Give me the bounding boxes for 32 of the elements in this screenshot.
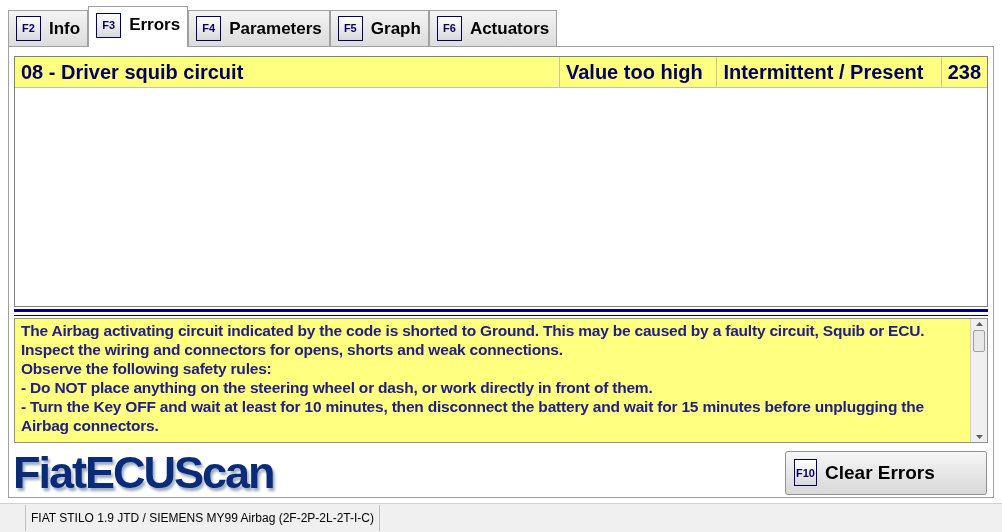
description-text: - Turn the Key OFF and wait at least for 10 minutes, then disconnect the battery and wait for 15 minutes before unplugging the Airbag connectors. — [21, 397, 925, 436]
description-text: The Airbag activating circuit indicated by the code is shorted to Ground. This may be caused by a faulty circuit, Squib or ECU. — [21, 321, 926, 341]
tab-label: Graph — [370, 17, 421, 40]
scroll-thumb[interactable] — [973, 329, 985, 352]
key-label: F5 — [337, 16, 363, 41]
description-text: Inspect the wiring and connectors for opens, shorts and weak connections. — [21, 340, 564, 360]
key-label: F3 — [96, 12, 122, 38]
tab-label: Actuators — [469, 17, 550, 40]
key-label: F6 — [436, 16, 462, 41]
table-cell: Intermittent / Present — [716, 57, 941, 87]
key-label: F10 — [794, 459, 817, 487]
tab[interactable]: F4 Parameters — [188, 10, 330, 46]
status-bar-text: FIAT STILO 1.9 JTD / SIEMENS MY99 Airbag (2F-2P-2L-2T-I-C) — [25, 505, 380, 531]
key-label: F4 — [196, 16, 222, 41]
table-cell: Value too high — [559, 57, 717, 87]
key-label: F2 — [16, 16, 41, 41]
logo: FiatECUScan — [13, 449, 274, 497]
description-text: Observe the following safety rules: — [21, 359, 273, 379]
tab[interactable]: F3 Errors — [88, 6, 189, 47]
tab-label: Info — [49, 17, 81, 40]
tab[interactable]: F5 Graph — [329, 10, 429, 46]
tab-label: Parameters — [229, 17, 322, 40]
table-cell: 238 — [940, 57, 987, 87]
table-cell-text: 08 - Driver squib circuit — [20, 60, 245, 85]
description-text: - Do NOT place anything on the steering wheel or dash, or work directly in front of them. — [21, 378, 654, 398]
tab[interactable]: F6 Actuators — [428, 10, 558, 46]
error-row[interactable]: 08 - Driver squib circuit Value too high Intermittent / Present 238 — [15, 57, 987, 88]
scroll-down-icon[interactable] — [974, 433, 984, 440]
tab-label: Errors — [129, 14, 181, 37]
clear-errors-button[interactable]: F10 Clear Errors — [785, 451, 987, 495]
tab[interactable]: F2 Info — [8, 10, 89, 46]
scrollbar[interactable] — [970, 319, 987, 442]
